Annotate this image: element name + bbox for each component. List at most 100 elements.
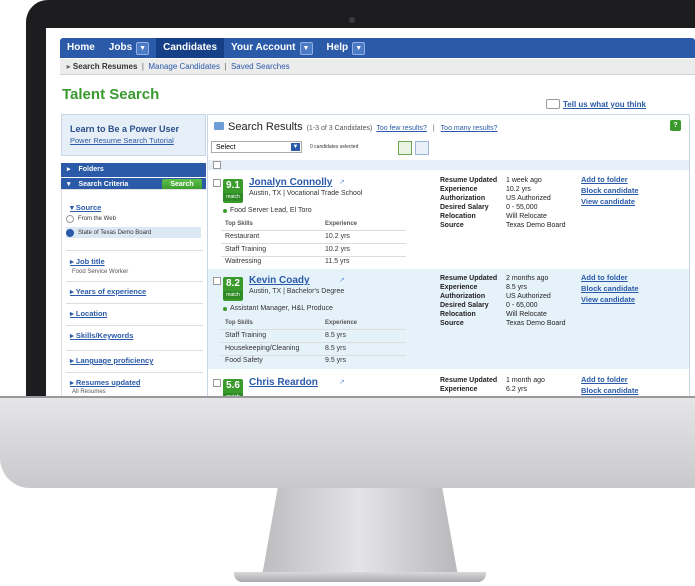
- skill-exp: 10.2 yrs: [325, 233, 350, 240]
- add-to-folder-link[interactable]: Add to folder: [581, 175, 628, 184]
- divider: [221, 243, 406, 244]
- select-all-checkbox[interactable]: [213, 161, 221, 169]
- facet-source[interactable]: ▾ Source: [70, 203, 101, 212]
- block-candidate-link[interactable]: Block candidate: [581, 284, 639, 293]
- meta-value: US Authorized: [506, 195, 551, 202]
- view-candidate-link[interactable]: View candidate: [581, 295, 635, 304]
- feedback-link[interactable]: Tell us what you think: [546, 99, 646, 109]
- divider: [66, 350, 203, 351]
- monitor-foot: [234, 572, 486, 582]
- candidate-row: 5.6match Chris Reardon ↗ Resume Updated …: [208, 371, 689, 396]
- candidate-checkbox[interactable]: [213, 379, 221, 387]
- candidate-name[interactable]: Chris Reardon: [249, 377, 318, 388]
- list-view-icon[interactable]: [398, 141, 412, 155]
- candidate-title: Food Server Lead, El Toro: [223, 207, 312, 214]
- too-many-link[interactable]: Too many results?: [441, 125, 498, 132]
- facet-skills[interactable]: ▸ Skills/Keywords: [70, 331, 133, 340]
- skill-exp: 8.5 yrs: [325, 345, 347, 352]
- meta-value: Will Relocate: [506, 213, 547, 220]
- candidate-checkbox[interactable]: [213, 277, 221, 285]
- meta-value: 1 week ago: [506, 177, 542, 184]
- candidate-row: 8.2 match Kevin Coady ↗ Austin, TX | Bach…: [208, 269, 689, 369]
- facet-location[interactable]: ▸ Location: [70, 309, 107, 318]
- divider: [66, 303, 203, 304]
- help-icon[interactable]: ?: [670, 120, 681, 131]
- meta-label: Authorization: [440, 195, 486, 202]
- meta-label: Experience: [440, 186, 478, 193]
- block-candidate-link[interactable]: Block candidate: [581, 186, 639, 195]
- divider: [221, 230, 406, 231]
- divider: [221, 355, 406, 356]
- search-results-panel: Search Results (1-3 of 3 Candidates) Too…: [207, 114, 690, 396]
- experience-header: Experience: [325, 221, 358, 227]
- meta-value: US Authorized: [506, 293, 551, 300]
- nav-home[interactable]: Home: [60, 38, 102, 58]
- radio-selected-icon[interactable]: [66, 228, 74, 237]
- meta-label: Resume Updated: [440, 377, 498, 384]
- view-candidate-link[interactable]: View candidate: [581, 197, 635, 206]
- nav-your-account[interactable]: Your Account ▼: [224, 38, 319, 58]
- source-option-texas[interactable]: State of Texas Demo Board: [66, 227, 201, 238]
- external-link-icon[interactable]: ↗: [339, 276, 345, 284]
- facet-resumes-updated[interactable]: ▸ Resumes updated: [70, 378, 140, 387]
- external-link-icon[interactable]: ↗: [339, 378, 345, 386]
- compact-view-icon[interactable]: [415, 141, 429, 155]
- match-score: 5.6match: [223, 379, 243, 396]
- chevron-down-icon[interactable]: ▼: [291, 143, 300, 151]
- divider: [221, 329, 406, 330]
- top-nav: Home Jobs ▼ Candidates Your Account ▼ Help…: [60, 38, 695, 58]
- candidate-name[interactable]: Jonalyn Connolly: [249, 177, 332, 188]
- facet-resumes-updated-value: All Resumes: [72, 389, 106, 395]
- sub-nav: ▸ Search Resumes | Manage Candidates | S…: [60, 59, 695, 75]
- chevron-down-icon[interactable]: ▼: [136, 41, 150, 55]
- meta-label: Authorization: [440, 293, 486, 300]
- meta-label: Resume Updated: [440, 177, 498, 184]
- meta-value: 2 months ago: [506, 275, 549, 282]
- meta-label: Relocation: [440, 311, 476, 318]
- skill: Staff Training: [225, 332, 267, 339]
- results-icon: [214, 122, 224, 130]
- skill-exp: 10.2 yrs: [325, 246, 350, 253]
- add-to-folder-link[interactable]: Add to folder: [581, 375, 628, 384]
- chevron-down-icon[interactable]: ▼: [352, 41, 366, 55]
- facet-language[interactable]: ▸ Language proficiency: [70, 356, 153, 365]
- external-link-icon[interactable]: ↗: [339, 178, 345, 186]
- divider: [66, 281, 203, 282]
- subnav-manage-candidates[interactable]: Manage Candidates: [148, 62, 220, 71]
- radio-icon[interactable]: [66, 215, 74, 223]
- candidate-location: Austin, TX | Vocational Trade School: [249, 190, 363, 197]
- divider: [66, 325, 203, 326]
- subnav-search-resumes[interactable]: Search Resumes: [73, 62, 137, 71]
- chevron-down-icon[interactable]: ▼: [299, 41, 313, 55]
- block-candidate-link[interactable]: Block candidate: [581, 386, 639, 395]
- skill-exp: 8.5 yrs: [325, 332, 347, 339]
- candidate-name[interactable]: Kevin Coady: [249, 275, 310, 286]
- skill: Waitressing: [225, 258, 262, 265]
- results-header: Search Results (1-3 of 3 Candidates) Too…: [214, 121, 497, 133]
- skills-header: Top Skills: [225, 221, 253, 227]
- camera-icon: [349, 17, 355, 23]
- too-few-link[interactable]: Too few results?: [376, 125, 427, 132]
- meta-value: Will Relocate: [506, 311, 547, 318]
- bulk-action-select[interactable]: Select ▼: [211, 141, 302, 153]
- meta-value: 1 month ago: [506, 377, 545, 384]
- skill: Housekeeping/Cleaning: [225, 345, 300, 352]
- skill: Restaurant: [225, 233, 260, 240]
- skill: Staff Training: [225, 246, 267, 253]
- candidate-checkbox[interactable]: [213, 179, 221, 187]
- facet-job-title-value: Food Service Worker: [72, 269, 129, 275]
- candidate-row: 9.1 match Jonalyn Connolly ↗ Austin, TX |…: [208, 171, 689, 268]
- source-option-web[interactable]: From the Web: [66, 215, 116, 223]
- nav-jobs[interactable]: Jobs ▼: [102, 38, 156, 58]
- add-to-folder-link[interactable]: Add to folder: [581, 273, 628, 282]
- learn-title: Learn to Be a Power User: [70, 124, 180, 134]
- nav-candidates[interactable]: Candidates: [156, 38, 225, 58]
- folders-header[interactable]: ▸ Folders: [61, 163, 206, 177]
- divider: [66, 372, 203, 373]
- subnav-saved-searches[interactable]: Saved Searches: [231, 62, 290, 71]
- facet-job-title[interactable]: ▸ Job title: [70, 257, 105, 266]
- facet-years-experience[interactable]: ▸ Years of experience: [70, 287, 146, 296]
- nav-help[interactable]: Help ▼: [320, 38, 373, 58]
- divider: [221, 256, 406, 257]
- tutorial-link[interactable]: Power Resume Search Tutorial: [70, 136, 174, 145]
